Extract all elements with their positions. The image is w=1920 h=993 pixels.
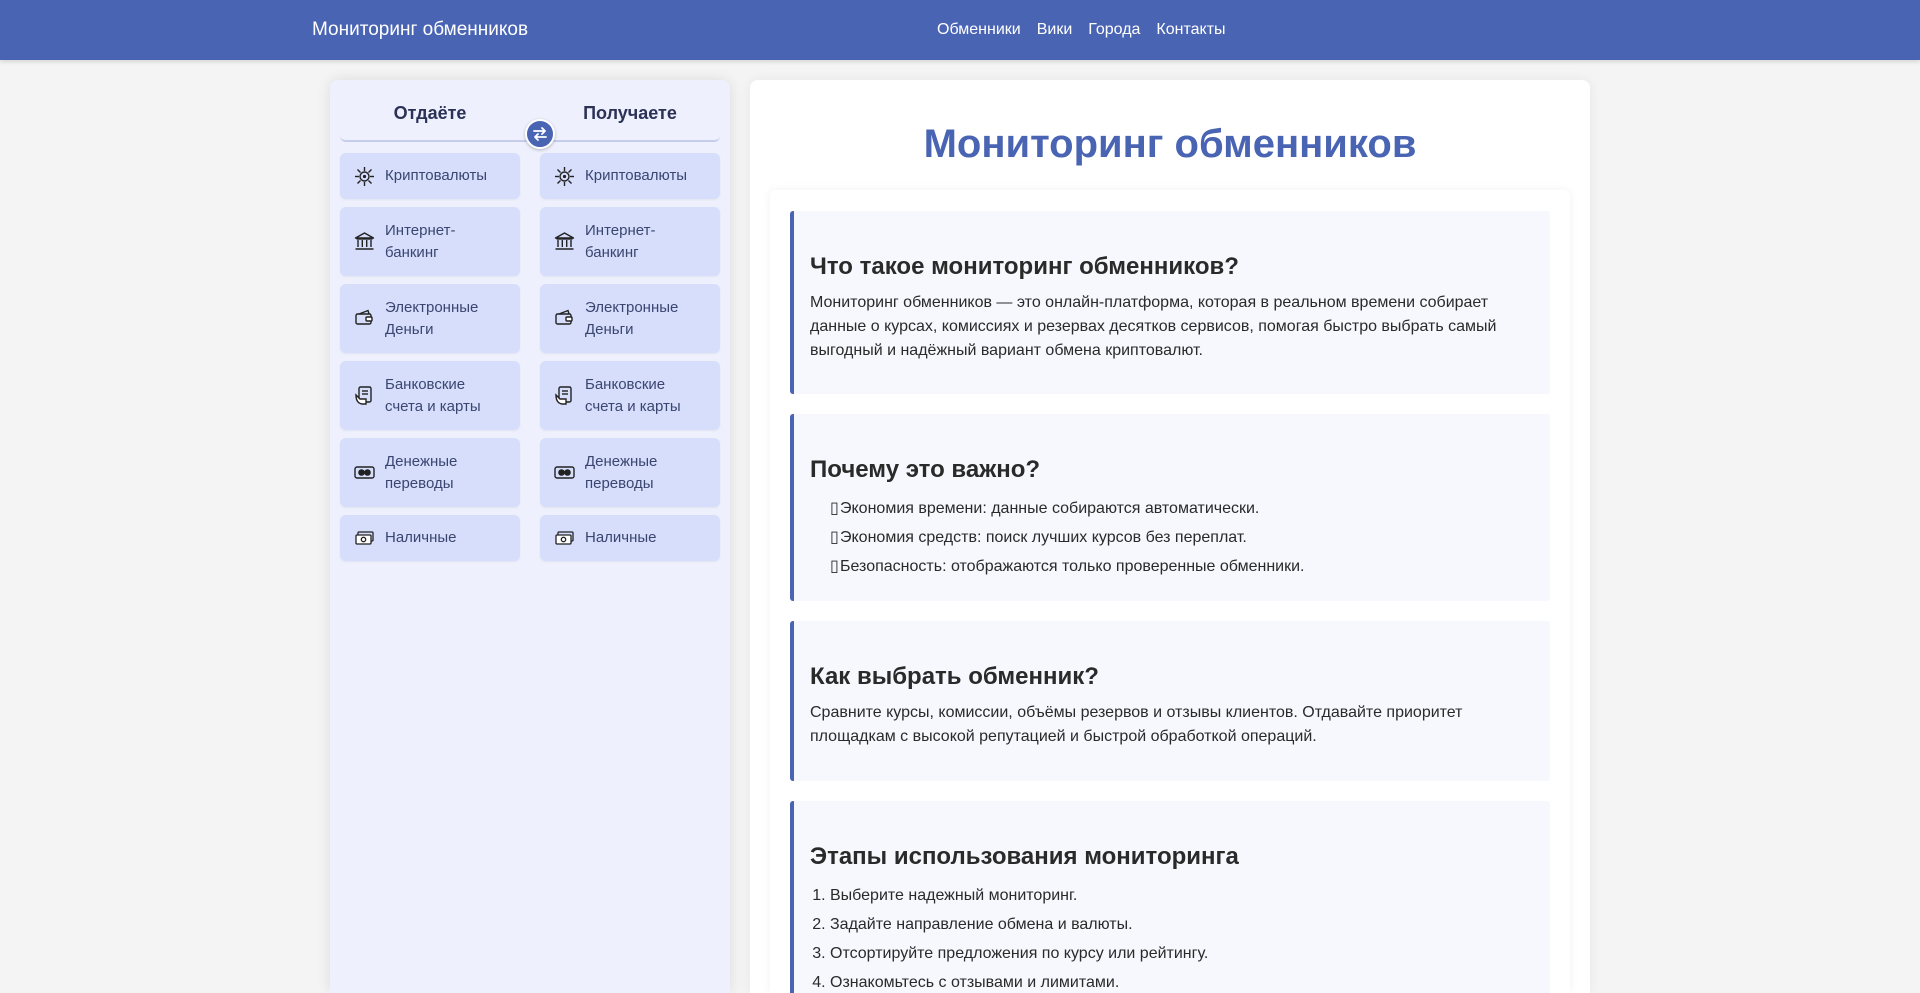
give-category-internet-banking[interactable]: Интернет-банкинг — [340, 207, 520, 276]
section-heading: Почему это важно? — [810, 456, 1041, 483]
category-label: Наличные — [385, 529, 457, 546]
tab-give[interactable]: Отдаёте — [340, 90, 520, 140]
category-label: Криптовалюты — [585, 167, 688, 184]
category-label: Наличные — [585, 529, 657, 546]
section-usage-steps: Этапы использования мониторинга Выберите… — [790, 801, 1550, 993]
give-category-cash[interactable]: Наличные — [340, 515, 520, 561]
get-category-crypto[interactable]: Криптовалюты — [540, 153, 720, 199]
get-category-money-transfers[interactable]: Денежные переводы — [540, 438, 720, 507]
direction-tabs: Отдаёте Получаете — [340, 90, 720, 149]
section-heading: Этапы использования мониторинга — [810, 843, 1239, 870]
section-why-important: Почему это важно? ▯Экономия времени: дан… — [790, 414, 1550, 601]
list-item: ▯Безопасность: отображаются только прове… — [830, 552, 1534, 581]
give-categories: Криптовалюты Интернет-банкинг Электронны… — [340, 153, 520, 569]
swap-arrows-icon — [533, 127, 547, 141]
list-item: ▯Экономия средств: поиск лучших курсов б… — [830, 523, 1534, 552]
give-category-crypto[interactable]: Криптовалюты — [340, 153, 520, 199]
give-category-bank-cards[interactable]: Банковские счета и карты — [340, 361, 520, 430]
category-label: Интернет-банкинг — [385, 221, 456, 261]
section-heading: Как выбрать обменник? — [810, 663, 1099, 690]
bullet-icon: ▯ — [830, 500, 839, 517]
category-label: Криптовалюты — [385, 167, 488, 184]
main-nav: Обменники Вики Города Контакты — [937, 0, 1226, 60]
info-container: Что такое мониторинг обменников? Монитор… — [770, 190, 1570, 993]
nav-exchangers[interactable]: Обменники — [937, 21, 1021, 39]
bank-icon — [354, 231, 375, 252]
page-title: Мониторинг обменников — [923, 122, 1417, 166]
wallet-icon — [554, 308, 575, 329]
list-item: Отсортируйте предложения по курсу или ре… — [830, 939, 1534, 968]
top-navbar: Мониторинг обменников Обменники Вики Гор… — [0, 0, 1920, 60]
category-label: Электронные Деньги — [385, 298, 479, 338]
main-content: Мониторинг обменников Что такое монитори… — [750, 80, 1590, 993]
exchange-direction-panel: Отдаёте Получаете Криптовалюты Интернет-… — [330, 80, 730, 993]
nav-wiki[interactable]: Вики — [1037, 21, 1073, 39]
bullet-icon: ▯ — [830, 529, 839, 546]
give-category-money-transfers[interactable]: Денежные переводы — [340, 438, 520, 507]
cash-icon — [554, 528, 575, 549]
list-item: Выберите надежный мониторинг. — [830, 881, 1534, 910]
bank-card-icon — [354, 385, 375, 406]
give-category-e-money[interactable]: Электронные Деньги — [340, 284, 520, 353]
section-text: Мониторинг обменников — это онлайн-платф… — [810, 294, 1497, 359]
crypto-icon — [354, 166, 375, 187]
section-heading: Что такое мониторинг обменников? — [810, 253, 1239, 280]
category-label: Банковские счета и карты — [385, 375, 481, 415]
category-label: Денежные переводы — [385, 452, 458, 492]
list-item: Задайте направление обмена и валюты. — [830, 910, 1534, 939]
money-transfer-icon — [554, 462, 575, 483]
wallet-icon — [354, 308, 375, 329]
category-label: Банковские счета и карты — [585, 375, 681, 415]
swap-button[interactable] — [525, 119, 555, 149]
benefits-list: ▯Экономия времени: данные собираются авт… — [810, 494, 1534, 581]
category-label: Электронные Деньги — [585, 298, 679, 338]
get-category-e-money[interactable]: Электронные Деньги — [540, 284, 720, 353]
crypto-icon — [554, 166, 575, 187]
brand-link[interactable]: Мониторинг обменников — [312, 0, 528, 60]
section-text: Сравните курсы, комиссии, объёмы резерво… — [810, 704, 1463, 745]
steps-list: Выберите надежный мониторинг. Задайте на… — [810, 881, 1534, 993]
section-how-to-choose: Как выбрать обменник? Сравните курсы, ко… — [790, 621, 1550, 781]
tab-get[interactable]: Получаете — [540, 90, 720, 140]
bullet-icon: ▯ — [830, 558, 839, 575]
get-category-bank-cards[interactable]: Банковские счета и карты — [540, 361, 720, 430]
cash-icon — [354, 528, 375, 549]
category-label: Денежные переводы — [585, 452, 658, 492]
section-what-is: Что такое мониторинг обменников? Монитор… — [790, 211, 1550, 394]
get-categories: Криптовалюты Интернет-банкинг Электронны… — [540, 153, 720, 569]
category-label: Интернет-банкинг — [585, 221, 656, 261]
get-category-internet-banking[interactable]: Интернет-банкинг — [540, 207, 720, 276]
get-category-cash[interactable]: Наличные — [540, 515, 720, 561]
bank-card-icon — [554, 385, 575, 406]
money-transfer-icon — [354, 462, 375, 483]
list-item: Ознакомьтесь с отзывами и лимитами. — [830, 968, 1534, 993]
nav-cities[interactable]: Города — [1088, 21, 1140, 39]
bank-icon — [554, 231, 575, 252]
nav-contacts[interactable]: Контакты — [1156, 21, 1225, 39]
list-item: ▯Экономия времени: данные собираются авт… — [830, 494, 1534, 523]
